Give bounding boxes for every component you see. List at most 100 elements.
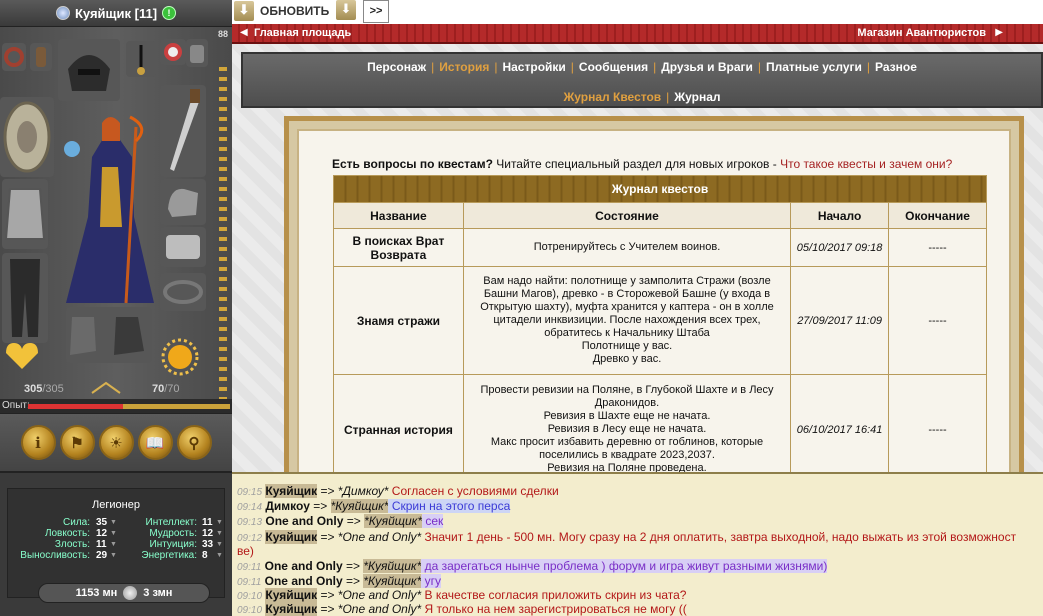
chat-message: ве) (237, 544, 254, 558)
shield-slot-icon[interactable] (0, 97, 54, 177)
hp-value: 305/305 (24, 383, 64, 395)
stat-value: 12 (96, 528, 108, 539)
chat-recipient[interactable]: *One and Only* (338, 530, 421, 544)
sun-icon[interactable]: ☀ (98, 425, 134, 460)
stat-label: Сила: (63, 517, 90, 528)
refresh-button[interactable]: ⬇ ОБНОВИТЬ (234, 0, 336, 22)
faq-text: Читайте специальный раздел для новых игр… (492, 157, 781, 171)
chat-sender[interactable]: One and Only (265, 514, 343, 528)
gloves-slot-icon[interactable] (160, 179, 206, 225)
chat-text: Значит 1 день - 500 мн. Могу сразу на 2 … (421, 530, 1017, 544)
stat-arrow-icon[interactable]: ▼ (110, 550, 117, 561)
chat-arrow: => (342, 559, 364, 573)
chat-arrow: => (317, 602, 338, 616)
chat-recipient[interactable]: *Куяйщик* (363, 574, 422, 588)
quest-name: Странная история (333, 374, 464, 472)
belt-slot-icon[interactable] (160, 273, 206, 311)
chat-sender[interactable]: One and Only (265, 559, 343, 573)
tab-history[interactable]: История (439, 60, 489, 74)
bracer-slot-icon[interactable] (160, 227, 206, 267)
tab-character[interactable]: Персонаж (367, 60, 426, 74)
shop-location-link[interactable]: Магазин Авантюристов (857, 27, 986, 39)
arrow-down-icon: ⬇ (234, 1, 254, 21)
character-header: Куяйщик [11] ! (0, 0, 232, 27)
chat-message: 09:14 Димкоу => *Куяйщик* Скрин на этого… (237, 499, 511, 515)
armor-slot-icon[interactable] (2, 179, 48, 249)
flag-icon[interactable]: ⚑ (59, 425, 95, 460)
table-row: Странная история Провести ревизии на Пол… (333, 374, 987, 472)
table-row: Знамя стражи Вам надо найти: полотнище у… (333, 266, 987, 375)
journal-paper: Есть вопросы по квестам? Читайте специал… (297, 129, 1011, 472)
stat-arrow-icon[interactable]: ▼ (110, 539, 117, 550)
chat-sender[interactable]: One and Only (265, 574, 343, 588)
chat-recipient[interactable]: *Куяйщик* (364, 514, 422, 528)
hp-heart-icon (2, 339, 42, 373)
chevron-left-icon[interactable]: ◀ (240, 27, 248, 38)
stat-arrow-icon[interactable]: ▼ (216, 550, 223, 561)
chat-sender[interactable]: Куяйщик (265, 530, 318, 544)
stats-grid: Сила: 35 ▼ Интеллект: 11 ▼ Ловкость: 12 … (8, 517, 224, 561)
column-header-name: Название (333, 202, 464, 229)
stat-label: Злость: (54, 539, 90, 550)
column-header-state: Состояние (462, 202, 792, 229)
stat-row: Злость: 11 ▼ Интуиция: 33 ▼ (8, 539, 224, 550)
chevron-right-icon[interactable]: ▶ (995, 27, 1003, 38)
stat-arrow-icon[interactable]: ▼ (216, 528, 223, 539)
stats-panel: Легионер Сила: 35 ▼ Интеллект: 11 ▼ Ловк… (0, 471, 232, 616)
amulet-slot-icon[interactable] (30, 43, 52, 71)
chat-recipient[interactable]: *Димкоу* (338, 484, 389, 498)
potion-icon[interactable]: ⚲ (176, 425, 212, 460)
boots-slot-icon[interactable] (66, 307, 152, 363)
stat-value: 35 (96, 517, 108, 528)
more-button[interactable]: >> (363, 0, 389, 23)
current-location-link[interactable]: Главная площадь (254, 27, 351, 39)
chat-sender[interactable]: Куяйщик (265, 588, 318, 602)
chat-sender[interactable]: Куяйщик (265, 602, 318, 616)
tab-settings[interactable]: Настройки (502, 60, 565, 74)
character-settings-icon[interactable] (55, 6, 70, 20)
chevron-up-icon[interactable] (88, 379, 124, 395)
stat-row: Выносливость: 29 ▼ Энергетика: 8 ▼ (8, 550, 224, 561)
chat-recipient[interactable]: *Куяйщик* (330, 499, 389, 513)
chat-recipient[interactable]: *One and Only* (338, 588, 421, 602)
character-name[interactable]: Куяйщик [11] (75, 6, 157, 21)
ring-slot-icon[interactable] (2, 43, 26, 71)
bag-slot-icon[interactable] (186, 39, 208, 67)
stat-arrow-icon[interactable]: ▼ (216, 517, 223, 528)
book-icon[interactable]: 📖 (137, 425, 173, 460)
chat-recipient[interactable]: *Куяйщик* (363, 559, 422, 573)
decor-dots (219, 67, 227, 407)
online-status-icon: ! (162, 6, 177, 20)
chat-message: 09:11 One and Only => *Куяйщик* да зарег… (237, 559, 828, 575)
stat-arrow-icon[interactable]: ▼ (110, 528, 117, 539)
character-panel: Куяйщик [11] ! 88 305/305 70/70 Опыт: i … (0, 0, 232, 616)
earring-slot-icon[interactable] (126, 41, 156, 77)
chat-recipient[interactable]: *One and Only* (338, 602, 421, 616)
chat-sender[interactable]: Куяйщик (265, 484, 318, 498)
tab-journal[interactable]: Журнал (674, 90, 720, 104)
flask-slot-icon[interactable] (160, 39, 186, 65)
chat-text: В качестве согласия приложить скрин из ч… (421, 588, 687, 602)
tab-misc[interactable]: Разное (875, 60, 917, 74)
stat-arrow-icon[interactable]: ▼ (110, 517, 117, 528)
quest-start: 06/10/2017 16:41 (790, 374, 890, 472)
chat-message: 09:10 Куяйщик => *One and Only* Я только… (237, 602, 687, 616)
tab-paid-services[interactable]: Платные услуги (766, 60, 862, 74)
faq-link[interactable]: Что такое квесты и зачем они? (780, 157, 952, 171)
legs-slot-icon[interactable] (2, 253, 48, 343)
stat-label: Энергетика: (141, 550, 197, 561)
helmet-slot-icon[interactable] (58, 39, 120, 101)
tab-quest-journal[interactable]: Журнал Квестов (563, 90, 661, 104)
tab-friends-enemies[interactable]: Друзья и Враги (661, 60, 753, 74)
equipment-area: 88 305/305 70/70 (0, 27, 232, 407)
stat-arrow-icon[interactable]: ▼ (216, 539, 223, 550)
chat-sender[interactable]: Димкоу (265, 499, 310, 513)
tab-messages[interactable]: Сообщения (579, 60, 648, 74)
info-icon[interactable]: i (20, 425, 56, 460)
dagger-slot-icon[interactable] (160, 85, 206, 177)
table-row: В поисках Врат Возврата Потренируйтесь с… (333, 228, 987, 267)
mp-value: 70/70 (152, 383, 180, 395)
experience-bar (28, 404, 230, 409)
arrow-down-icon[interactable]: ⬇ (336, 0, 356, 20)
stat-row: Ловкость: 12 ▼ Мудрость: 12 ▼ (8, 528, 224, 539)
